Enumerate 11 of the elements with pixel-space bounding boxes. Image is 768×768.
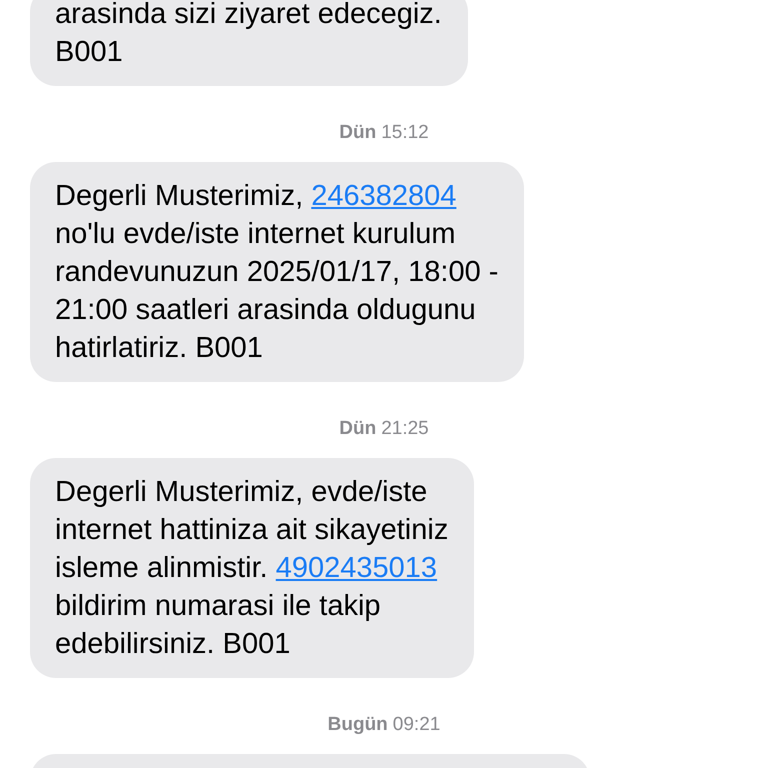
timestamp-day: Dün — [339, 122, 376, 144]
number-link[interactable]: 246382804 — [311, 180, 456, 212]
timestamp-time: 21:25 — [381, 418, 429, 440]
message-text: arasinda sizi ziyaret edecegiz. B001 — [55, 0, 442, 70]
timestamp-time: 15:12 — [381, 122, 429, 144]
timestamp-time: 09:21 — [392, 714, 440, 736]
message-text: Degerli Musterimiz, evde/iste internet hattiniza ait sikayetiniz isleme alinmistir. 4902435013 bildirim numarasi ile takip edebilirsiniz. B001 — [55, 475, 448, 662]
number-link[interactable]: 4902435013 — [276, 552, 438, 584]
timestamp-day: Bugün — [328, 714, 388, 736]
message-text: Degerli Musterimiz, 246382804 no'lu evde/iste internet kurulum randevunuzun 2025/01/17, 18:00 - 21:00 saatleri arasinda oldugunu hatirlatiriz. B001 — [55, 179, 498, 366]
timestamp-day: Dün — [339, 418, 376, 440]
